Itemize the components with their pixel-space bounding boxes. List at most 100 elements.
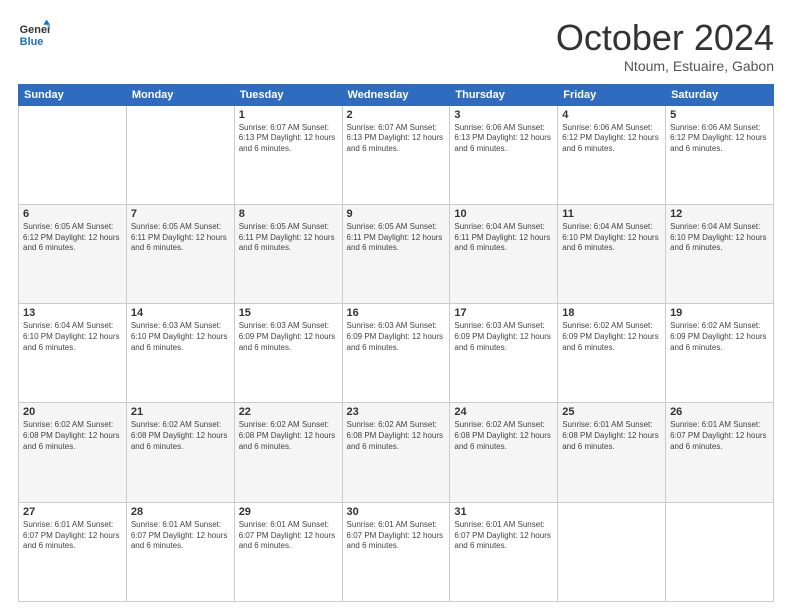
day-number: 9: [347, 208, 446, 220]
day-number: 15: [239, 307, 338, 319]
cell-content: Sunrise: 6:01 AM Sunset: 6:07 PM Dayligh…: [239, 520, 338, 552]
cell-content: Sunrise: 6:02 AM Sunset: 6:08 PM Dayligh…: [239, 420, 338, 452]
day-number: 27: [23, 506, 122, 518]
table-row: 13 Sunrise: 6:04 AM Sunset: 6:10 PM Dayli…: [19, 304, 127, 403]
calendar-table: Sunday Monday Tuesday Wednesday Thursday…: [18, 84, 774, 602]
day-number: 1: [239, 109, 338, 121]
cell-content: Sunrise: 6:04 AM Sunset: 6:10 PM Dayligh…: [23, 321, 122, 353]
day-number: 31: [454, 506, 553, 518]
day-number: 19: [670, 307, 769, 319]
table-row: 21 Sunrise: 6:02 AM Sunset: 6:08 PM Dayli…: [126, 403, 234, 502]
table-row: 9Sunrise: 6:05 AM Sunset: 6:11 PM Daylig…: [342, 204, 450, 303]
cell-content: Sunrise: 6:03 AM Sunset: 6:10 PM Dayligh…: [131, 321, 230, 353]
table-row: [19, 105, 127, 204]
col-monday: Monday: [126, 84, 234, 105]
cell-content: Sunrise: 6:06 AM Sunset: 6:12 PM Dayligh…: [670, 123, 769, 155]
table-row: 26 Sunrise: 6:01 AM Sunset: 6:07 PM Dayli…: [666, 403, 774, 502]
day-number: 5: [670, 109, 769, 121]
table-row: 28 Sunrise: 6:01 AM Sunset: 6:07 PM Dayli…: [126, 502, 234, 601]
cell-content: Sunrise: 6:06 AM Sunset: 6:12 PM Dayligh…: [562, 123, 661, 155]
table-row: 18 Sunrise: 6:02 AM Sunset: 6:09 PM Dayli…: [558, 304, 666, 403]
cell-content: Sunrise: 6:07 AM Sunset: 6:13 PM Dayligh…: [347, 123, 446, 155]
col-tuesday: Tuesday: [234, 84, 342, 105]
table-row: 5 Sunrise: 6:06 AM Sunset: 6:12 PM Daylig…: [666, 105, 774, 204]
cell-content: Sunrise: 6:04 AM Sunset: 6:10 PM Dayligh…: [670, 222, 769, 254]
table-row: 17Sunrise: 6:03 AM Sunset: 6:09 PM Dayli…: [450, 304, 558, 403]
table-row: 29 Sunrise: 6:01 AM Sunset: 6:07 PM Dayli…: [234, 502, 342, 601]
table-row: 19 Sunrise: 6:02 AM Sunset: 6:09 PM Dayli…: [666, 304, 774, 403]
table-row: 12 Sunrise: 6:04 AM Sunset: 6:10 PM Dayli…: [666, 204, 774, 303]
table-row: 30 Sunrise: 6:01 AM Sunset: 6:07 PM Dayli…: [342, 502, 450, 601]
day-number: 26: [670, 406, 769, 418]
day-number: 21: [131, 406, 230, 418]
cell-content: Sunrise: 6:01 AM Sunset: 6:07 PM Dayligh…: [347, 520, 446, 552]
day-number: 25: [562, 406, 661, 418]
day-number: 24: [454, 406, 553, 418]
cell-content: Sunrise: 6:01 AM Sunset: 6:07 PM Dayligh…: [131, 520, 230, 552]
day-number: 14: [131, 307, 230, 319]
header: General Blue October 2024 Ntoum, Estuair…: [18, 18, 774, 74]
cell-content: Sunrise: 6:03 AM Sunset: 6:09 PM Dayligh…: [239, 321, 338, 353]
cell-content: Sunrise: 6:01 AM Sunset: 6:07 PM Dayligh…: [670, 420, 769, 452]
cell-content: Sunrise: 6:01 AM Sunset: 6:08 PM Dayligh…: [562, 420, 661, 452]
table-row: 14 Sunrise: 6:03 AM Sunset: 6:10 PM Dayli…: [126, 304, 234, 403]
cell-content: Sunrise: 6:02 AM Sunset: 6:08 PM Dayligh…: [347, 420, 446, 452]
cell-content: Sunrise: 6:02 AM Sunset: 6:08 PM Dayligh…: [131, 420, 230, 452]
table-row: 10Sunrise: 6:04 AM Sunset: 6:11 PM Dayli…: [450, 204, 558, 303]
table-row: 27 Sunrise: 6:01 AM Sunset: 6:07 PM Dayli…: [19, 502, 127, 601]
location: Ntoum, Estuaire, Gabon: [556, 58, 774, 74]
day-number: 3: [454, 109, 553, 121]
day-number: 12: [670, 208, 769, 220]
day-number: 7: [131, 208, 230, 220]
table-row: 1 Sunrise: 6:07 AM Sunset: 6:13 PM Daylig…: [234, 105, 342, 204]
page: General Blue October 2024 Ntoum, Estuair…: [0, 0, 792, 612]
day-number: 4: [562, 109, 661, 121]
title-block: October 2024 Ntoum, Estuaire, Gabon: [556, 18, 774, 74]
table-row: 25 Sunrise: 6:01 AM Sunset: 6:08 PM Dayli…: [558, 403, 666, 502]
col-saturday: Saturday: [666, 84, 774, 105]
day-number: 20: [23, 406, 122, 418]
table-row: [126, 105, 234, 204]
day-number: 11: [562, 208, 661, 220]
cell-content: Sunrise: 6:04 AM Sunset: 6:10 PM Dayligh…: [562, 222, 661, 254]
day-number: 6: [23, 208, 122, 220]
table-row: 7 Sunrise: 6:05 AM Sunset: 6:11 PM Daylig…: [126, 204, 234, 303]
cell-content: Sunrise: 6:03 AM Sunset: 6:09 PM Dayligh…: [454, 321, 553, 353]
col-thursday: Thursday: [450, 84, 558, 105]
table-row: [558, 502, 666, 601]
table-row: 11 Sunrise: 6:04 AM Sunset: 6:10 PM Dayli…: [558, 204, 666, 303]
day-number: 18: [562, 307, 661, 319]
day-number: 13: [23, 307, 122, 319]
cell-content: Sunrise: 6:02 AM Sunset: 6:08 PM Dayligh…: [23, 420, 122, 452]
table-row: 20 Sunrise: 6:02 AM Sunset: 6:08 PM Dayli…: [19, 403, 127, 502]
day-number: 30: [347, 506, 446, 518]
cell-content: Sunrise: 6:02 AM Sunset: 6:09 PM Dayligh…: [670, 321, 769, 353]
day-number: 2: [347, 109, 446, 121]
svg-text:Blue: Blue: [20, 36, 44, 48]
col-wednesday: Wednesday: [342, 84, 450, 105]
day-number: 28: [131, 506, 230, 518]
cell-content: Sunrise: 6:02 AM Sunset: 6:08 PM Dayligh…: [454, 420, 553, 452]
col-friday: Friday: [558, 84, 666, 105]
cell-content: Sunrise: 6:01 AM Sunset: 6:07 PM Dayligh…: [23, 520, 122, 552]
day-number: 8: [239, 208, 338, 220]
table-row: 8 Sunrise: 6:05 AM Sunset: 6:11 PM Daylig…: [234, 204, 342, 303]
day-number: 22: [239, 406, 338, 418]
table-row: 16Sunrise: 6:03 AM Sunset: 6:09 PM Dayli…: [342, 304, 450, 403]
logo: General Blue: [18, 18, 50, 50]
day-number: 23: [347, 406, 446, 418]
svg-text:General: General: [20, 24, 50, 36]
cell-content: Sunrise: 6:06 AM Sunset: 6:13 PM Dayligh…: [454, 123, 553, 155]
cell-content: Sunrise: 6:04 AM Sunset: 6:11 PM Dayligh…: [454, 222, 553, 254]
cell-content: Sunrise: 6:07 AM Sunset: 6:13 PM Dayligh…: [239, 123, 338, 155]
table-row: 24 Sunrise: 6:02 AM Sunset: 6:08 PM Dayli…: [450, 403, 558, 502]
day-number: 29: [239, 506, 338, 518]
table-row: 23 Sunrise: 6:02 AM Sunset: 6:08 PM Dayli…: [342, 403, 450, 502]
day-number: 16: [347, 307, 446, 319]
cell-content: Sunrise: 6:05 AM Sunset: 6:11 PM Dayligh…: [239, 222, 338, 254]
table-row: 3 Sunrise: 6:06 AM Sunset: 6:13 PM Daylig…: [450, 105, 558, 204]
calendar-header-row: Sunday Monday Tuesday Wednesday Thursday…: [19, 84, 774, 105]
cell-content: Sunrise: 6:02 AM Sunset: 6:09 PM Dayligh…: [562, 321, 661, 353]
table-row: [666, 502, 774, 601]
cell-content: Sunrise: 6:05 AM Sunset: 6:11 PM Dayligh…: [131, 222, 230, 254]
